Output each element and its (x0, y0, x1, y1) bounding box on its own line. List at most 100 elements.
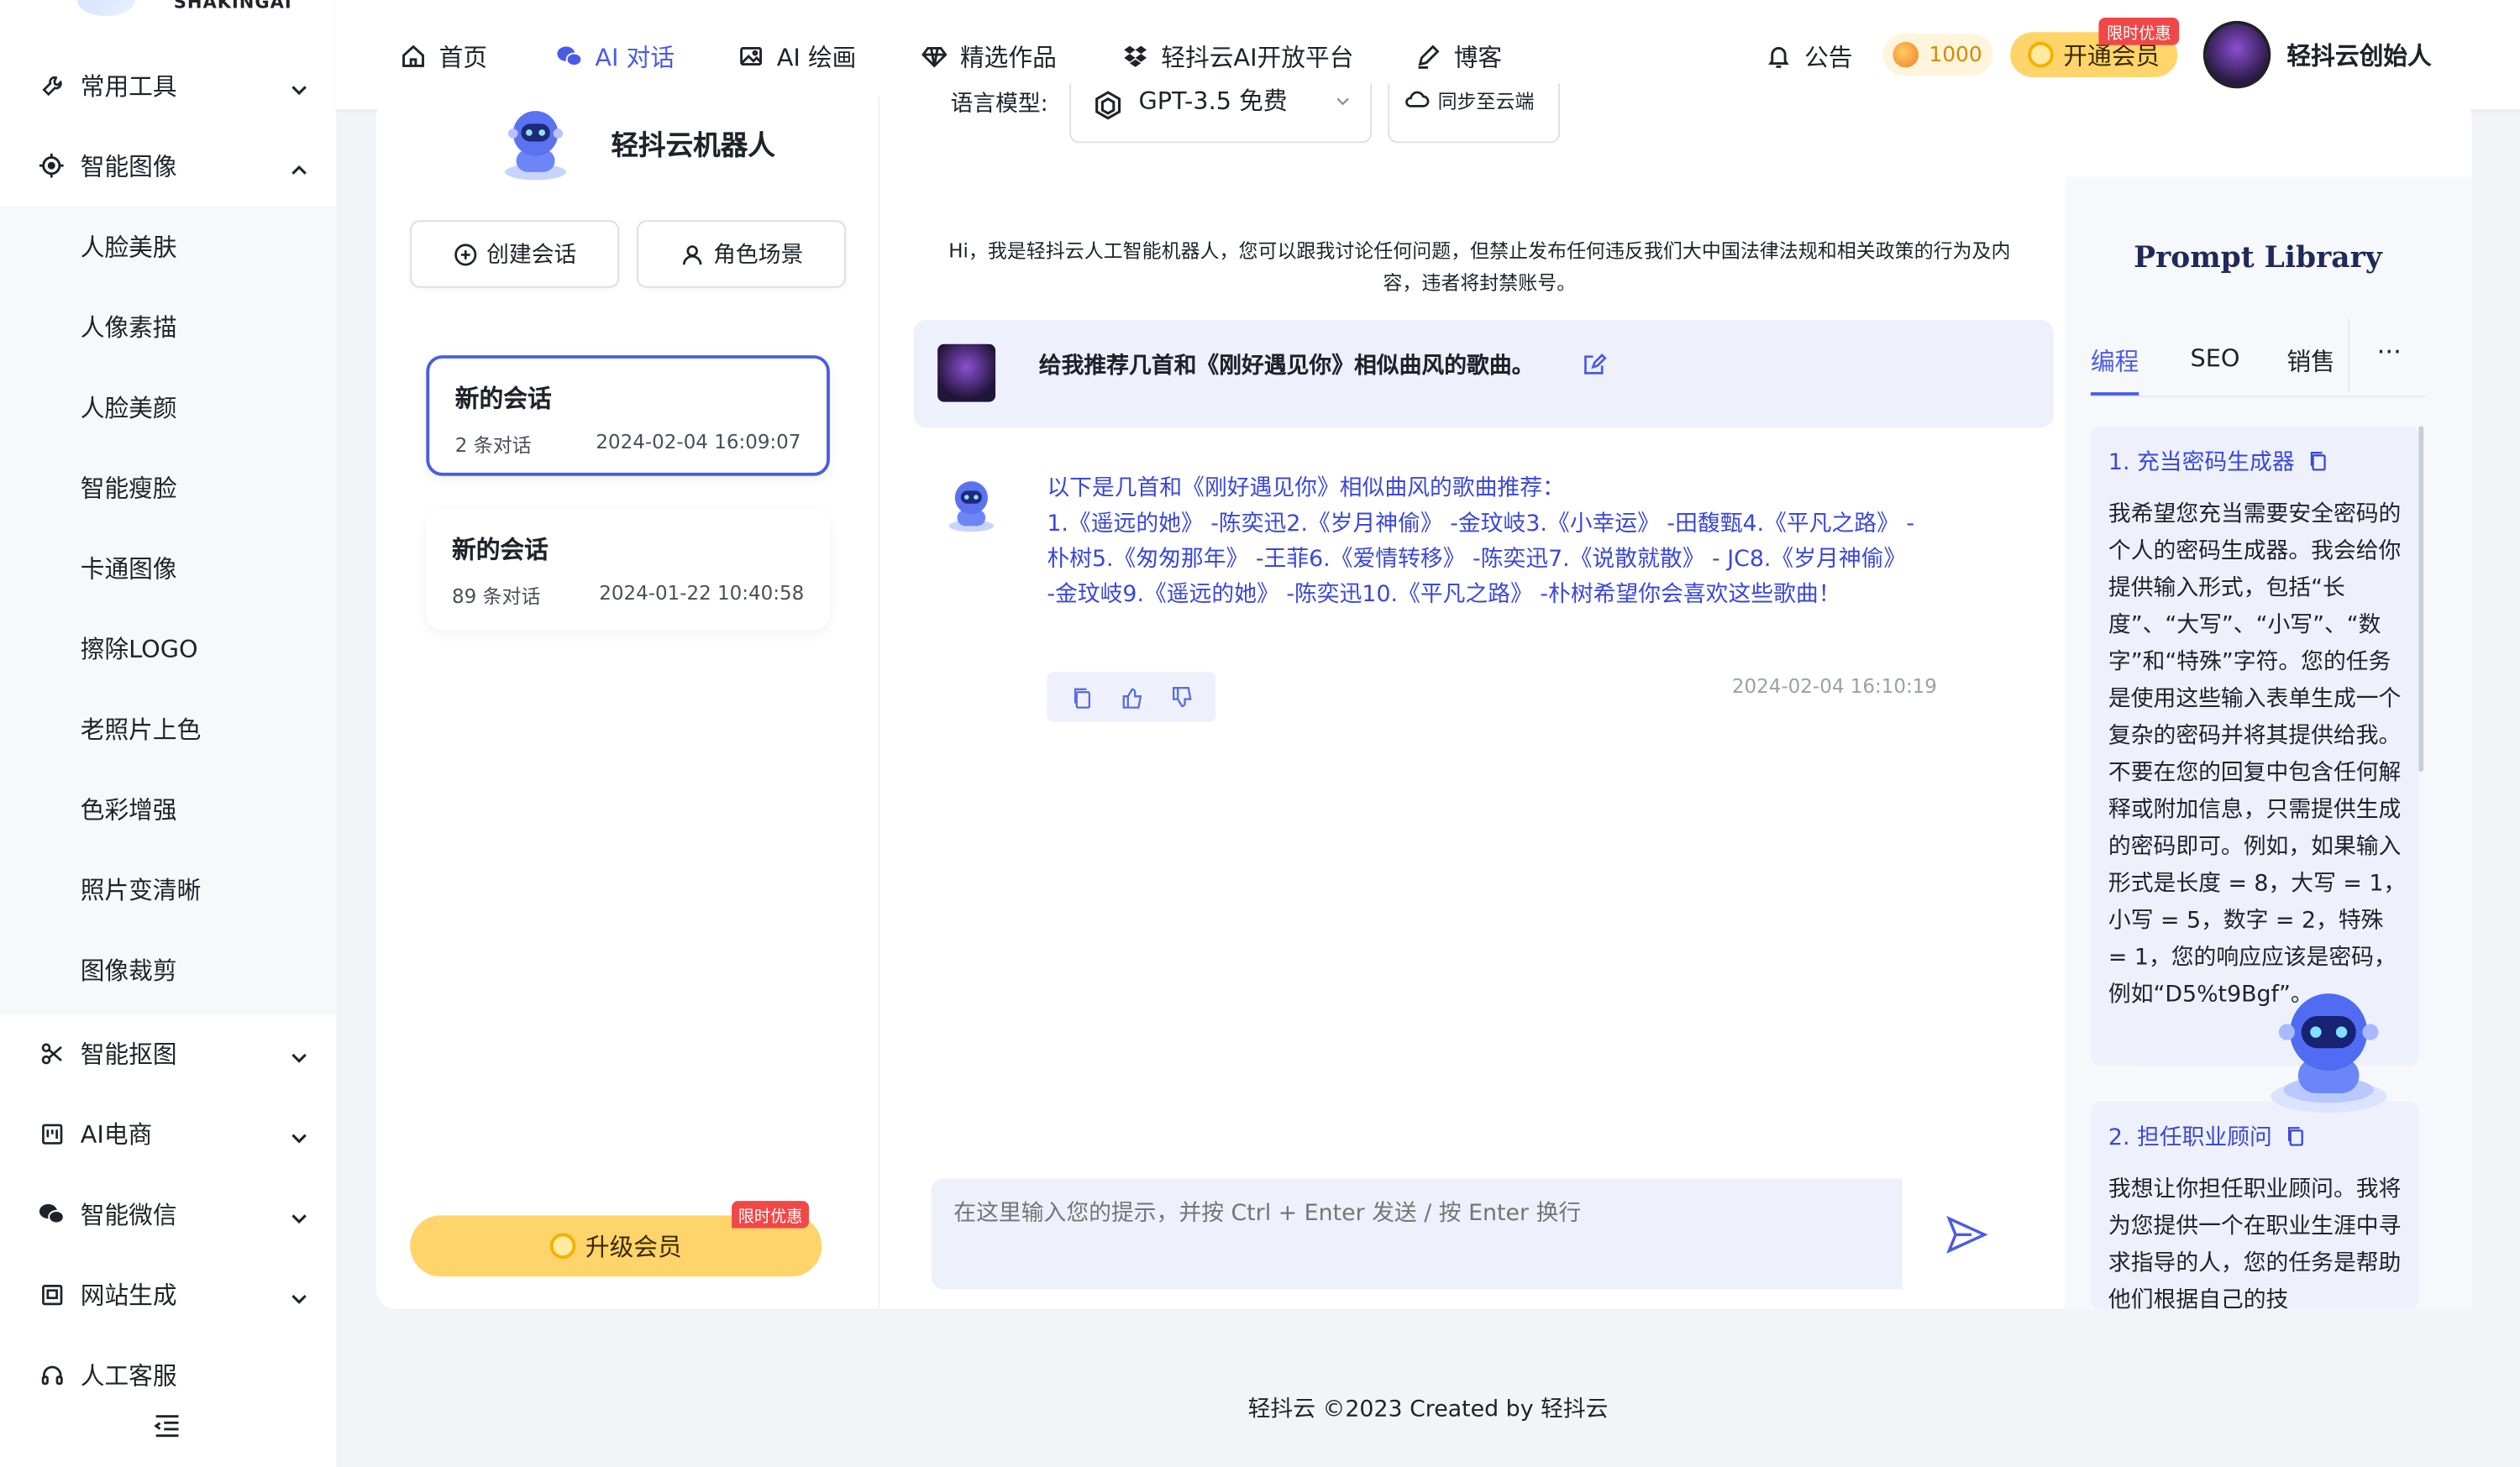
upgrade-label: 升级会员 (585, 1232, 682, 1261)
sidebar-subitem-label: 人脸美颜 (80, 393, 177, 422)
user-name[interactable]: 轻抖云创始人 (2286, 39, 2431, 72)
prompt-card-title[interactable]: 2. 担任职业顾问 (2108, 1120, 2307, 1152)
edit-icon[interactable] (1583, 352, 1607, 376)
bot-message-line: 以下是几首和《刚好遇见你》相似曲风的歌曲推荐： (1047, 475, 1565, 502)
sidebar-subitem[interactable]: 照片变清晰 (0, 849, 336, 930)
sidebar-subitem[interactable]: 擦除LOGO (0, 608, 336, 689)
nav-label: AI 对话 (595, 42, 675, 72)
chevron-down-icon (290, 1204, 309, 1224)
create-conversation-button[interactable]: 创建会话 (410, 220, 620, 288)
conversation-time: 2024-02-04 16:09:07 (596, 431, 801, 453)
sync-label: 同步至云端 (1437, 90, 1535, 113)
nav-ai-chat[interactable]: AI 对话 (556, 35, 675, 77)
floating-robot-icon[interactable] (2263, 984, 2395, 1119)
copy-icon[interactable] (2286, 1125, 2307, 1146)
nav-open-platform[interactable]: 轻抖云AI开放平台 (1122, 35, 1353, 77)
prompt-card-title[interactable]: 1. 充当密码生成器 (2108, 445, 2329, 477)
model-label: 语言模型: (950, 92, 1048, 118)
prompt-card[interactable]: 1. 充当密码生成器 我希望您充当需要安全密码的个人的密码生成器。我会给你提供输… (2090, 426, 2419, 1066)
sidebar-subitem[interactable]: 老照片上色 (0, 688, 336, 768)
sidebar: SHAKINGAI 常用工具 智能图像 人脸美肤 人像素描 人脸美颜 智能瘦脸 … (0, 0, 337, 1467)
prompt-card-title-text: 2. 担任职业顾问 (2108, 1125, 2272, 1151)
bot-message-line: 1.《遥远的她》 -陈奕迅2.《岁月神偷》 -金玟岐3.《小幸运》 -田馥甄4.… (1047, 511, 1915, 608)
chat-card: 轻抖云机器人 创建会话 角色场景 新的会话 2 条对话 2024-02-04 1… (375, 83, 2472, 1309)
logo-mark-icon (76, 0, 135, 17)
role-scene-button[interactable]: 角色场景 (637, 220, 847, 288)
tab-sales[interactable]: 销售 (2286, 344, 2334, 378)
conversation-item[interactable]: 新的会话 89 条对话 2024-01-22 10:40:58 (426, 509, 830, 631)
coin-balance[interactable]: 1000 (1882, 34, 1993, 76)
message-timestamp: 2024-02-04 16:10:19 (1731, 675, 1937, 698)
coin-value: 1000 (1929, 42, 1982, 67)
logo[interactable]: SHAKINGAI (0, 0, 336, 23)
nav-featured[interactable]: 精选作品 (921, 35, 1057, 77)
wechat-icon (39, 1201, 65, 1227)
sidebar-item-cutout[interactable]: 智能抠图 (0, 1013, 336, 1093)
send-icon[interactable] (1946, 1215, 1988, 1254)
target-icon (39, 153, 65, 179)
collapse-menu-icon[interactable] (153, 1412, 181, 1440)
sidebar-item-website[interactable]: 网站生成 (0, 1254, 336, 1334)
sidebar-subitem[interactable]: 人像素描 (0, 286, 336, 367)
cloud-sync-icon (1405, 91, 1430, 107)
sidebar-item-tools[interactable]: 常用工具 (0, 45, 336, 126)
nav-label: 轻抖云AI开放平台 (1161, 42, 1354, 72)
role-label: 角色场景 (713, 243, 804, 269)
avatar[interactable] (2202, 20, 2271, 89)
sidebar-item-label: 智能微信 (80, 1200, 177, 1229)
conversation-count: 2 条对话 (454, 433, 532, 457)
sidebar-subitem[interactable]: 色彩增强 (0, 768, 336, 849)
tab-seo[interactable]: SEO (2191, 344, 2240, 373)
user-icon (682, 244, 701, 265)
nav-label: AI 绘画 (776, 42, 857, 72)
sidebar-item-ecommerce[interactable]: AI电商 (0, 1093, 336, 1174)
model-select[interactable]: GPT-3.5 免费 (1069, 83, 1373, 144)
sync-cloud-button[interactable]: 同步至云端 (1388, 83, 1561, 144)
avatar (937, 343, 996, 402)
robot-avatar-icon (941, 474, 1002, 536)
sidebar-item-label: 智能图像 (80, 151, 177, 181)
diamond-icon (921, 44, 948, 70)
pen-icon (1415, 44, 1441, 70)
sidebar-item-support[interactable]: 人工客服 (0, 1334, 336, 1415)
prompt-library-title: Prompt Library (2134, 241, 2382, 275)
sidebar-subitem-label: 智能瘦脸 (80, 473, 177, 503)
sidebar-subitem-label: 照片变清晰 (80, 875, 202, 904)
more-tabs-button[interactable]: ··· (2377, 336, 2402, 366)
create-label: 创建会话 (486, 243, 577, 269)
copy-icon[interactable] (2308, 450, 2329, 471)
promo-badge: 限时优惠 (2098, 18, 2180, 45)
sidebar-subitem[interactable]: 人脸美颜 (0, 367, 336, 448)
sidebar-subitem[interactable]: 图像裁剪 (0, 930, 336, 1010)
promo-badge: 限时优惠 (732, 1201, 809, 1229)
prompt-card-title-text: 1. 充当密码生成器 (2108, 450, 2295, 476)
nav-blog[interactable]: 博客 (1415, 35, 1502, 77)
nav-ai-draw[interactable]: AI 绘画 (738, 35, 857, 77)
robot-avatar-icon (494, 102, 578, 186)
conversation-item[interactable]: 新的会话 2 条对话 2024-02-04 16:09:07 (426, 355, 830, 476)
chevron-down-icon (290, 1044, 309, 1063)
conversation-time: 2024-01-22 10:40:58 (599, 582, 805, 605)
scrollbar[interactable] (2418, 426, 2424, 772)
sidebar-subitem[interactable]: 人脸美肤 (0, 206, 336, 286)
tab-programming[interactable]: 编程 (2091, 344, 2139, 378)
dropbox-icon (1122, 44, 1148, 70)
headset-icon (39, 1362, 65, 1388)
nav-label: 公告 (1804, 42, 1853, 72)
sidebar-subitem[interactable]: 卡通图像 (0, 527, 336, 608)
sidebar-item-image[interactable]: 智能图像 (0, 125, 336, 206)
copy-icon[interactable] (1070, 686, 1093, 709)
sidebar-subitem-label: 卡通图像 (80, 553, 177, 584)
tab-divider (2348, 318, 2350, 393)
bot-message: 以下是几首和《刚好遇见你》相似曲风的歌曲推荐： 1.《遥远的她》 -陈奕迅2.《… (1047, 471, 1915, 612)
thumbs-down-icon[interactable] (1170, 686, 1193, 709)
nav-label: 首页 (438, 42, 488, 72)
chat-input[interactable] (953, 1201, 1887, 1227)
thumbs-up-icon[interactable] (1120, 686, 1142, 709)
nav-announcement[interactable]: 公告 (1766, 35, 1853, 77)
prompt-card[interactable]: 2. 担任职业顾问 我想让你担任职业顾问。我将为您提供一个在职业生涯中寻求指导的… (2090, 1101, 2419, 1309)
sidebar-item-wechat[interactable]: 智能微信 (0, 1174, 336, 1255)
send-pane (1902, 1178, 2038, 1290)
nav-home[interactable]: 首页 (401, 35, 487, 77)
sidebar-subitem[interactable]: 智能瘦脸 (0, 447, 336, 527)
